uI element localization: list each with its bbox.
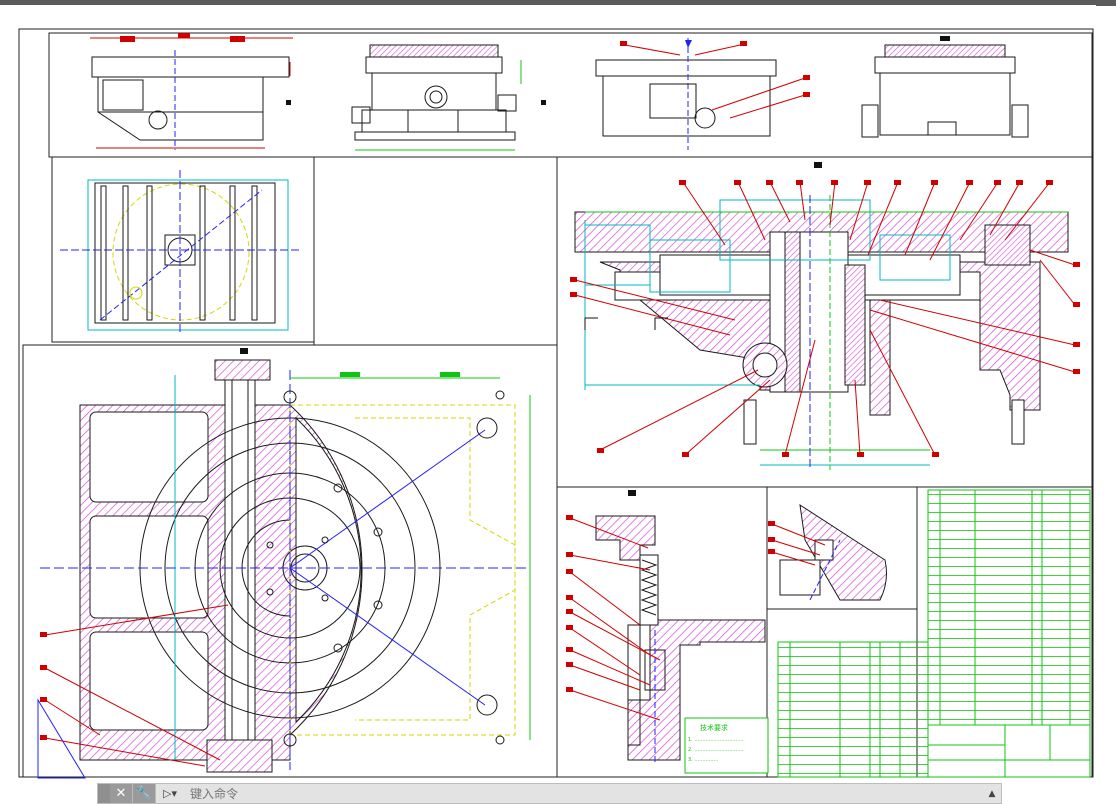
front-view-1 <box>90 33 293 150</box>
detail-view-b <box>768 503 887 601</box>
chevron-up-icon[interactable]: ▲ <box>983 789 1001 799</box>
close-icon[interactable]: ✕ <box>110 784 133 803</box>
parts-list-right <box>927 489 1091 726</box>
plan-view <box>60 170 300 335</box>
title-block <box>927 724 1091 778</box>
drawing-canvas[interactable]: 技术要求 1. ............................... … <box>0 0 1116 804</box>
side-view-2 <box>861 36 1029 138</box>
wrench-icon[interactable]: 🔧 <box>133 784 156 803</box>
command-input[interactable] <box>184 785 983 802</box>
parts-list-left <box>777 641 929 778</box>
command-prompt-icon[interactable]: ▷▾ <box>156 784 184 803</box>
main-plan-section <box>37 348 531 779</box>
side-view-1 <box>595 38 810 150</box>
front-view-2 <box>351 44 546 151</box>
notes-line-3: 3. ............... <box>688 757 719 763</box>
notes-line-1: 1. ............................... <box>688 737 744 743</box>
notes-title: 技术要求 <box>700 723 728 732</box>
command-line-bar: ✕ 🔧 ▷▾ ▲ <box>97 783 1002 804</box>
command-bar-grip[interactable] <box>98 784 110 803</box>
notes-line-2: 2. ............................... <box>688 747 744 753</box>
cross-section-view <box>570 162 1080 470</box>
